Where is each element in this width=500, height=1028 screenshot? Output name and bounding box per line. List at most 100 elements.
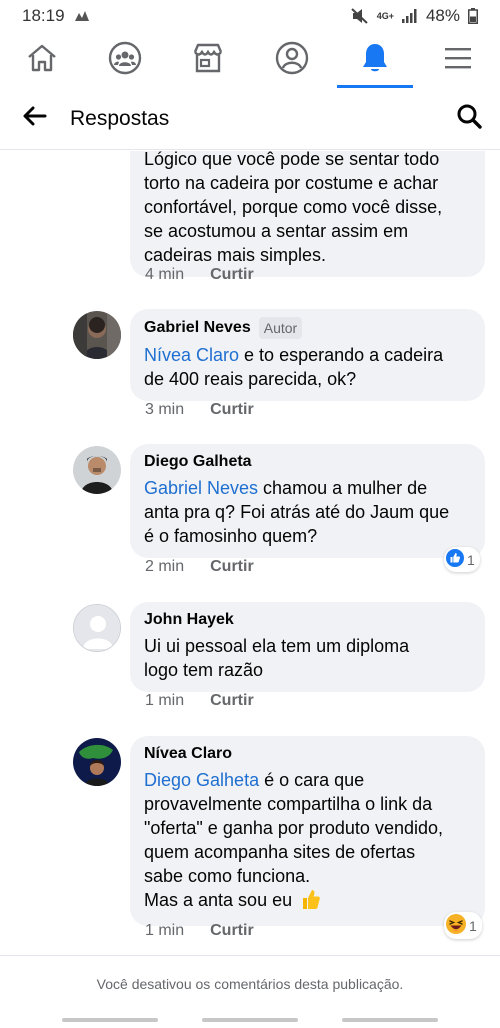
- like-button[interactable]: Curtir: [210, 922, 254, 940]
- comment-text: Lógico que você pode se sentar todo tort…: [144, 151, 471, 267]
- profile-icon: [275, 41, 309, 80]
- comment-bubble[interactable]: Lógico que você pode se sentar todo tort…: [130, 151, 485, 277]
- signal-icon: [401, 9, 418, 23]
- page-header: Respostas: [0, 88, 500, 150]
- comment-meta: 1 min Curtir: [145, 692, 254, 710]
- tab-groups[interactable]: [90, 32, 160, 88]
- comment-line: se acostumou a sentar assim em: [144, 221, 409, 241]
- comment-time: 1 min: [145, 922, 185, 939]
- comment-line-text: Mas a anta sou eu: [144, 890, 293, 910]
- mention-link[interactable]: Nívea Claro: [144, 345, 239, 365]
- notification-icon: [73, 9, 91, 23]
- bell-icon: [360, 42, 390, 79]
- network-type-label: 4G+: [376, 10, 394, 21]
- replies-list: Lógico que você pode se sentar todo tort…: [0, 151, 500, 953]
- comment-bubble[interactable]: Nívea Claro Diego Galheta é o cara que p…: [130, 736, 485, 926]
- comment-line: provavelmente compartilha o link da: [144, 794, 433, 814]
- avatar[interactable]: [73, 446, 121, 494]
- like-button[interactable]: Curtir: [210, 692, 254, 710]
- comment-author: Diego Galheta: [144, 452, 471, 472]
- tab-notifications[interactable]: [336, 32, 413, 88]
- comment-meta: 1 min Curtir: [145, 922, 254, 940]
- author-name[interactable]: Gabriel Neves: [144, 318, 251, 338]
- tab-marketplace[interactable]: [173, 32, 243, 88]
- tab-home[interactable]: [7, 32, 77, 88]
- comment-meta: 3 min Curtir: [145, 401, 254, 419]
- comment-line-rest: chamou a mulher de: [258, 478, 428, 498]
- author-name[interactable]: Diego Galheta: [144, 452, 252, 472]
- search-button[interactable]: [438, 88, 500, 150]
- comment-line: Nívea Claro e to esperando a cadeira: [144, 343, 471, 367]
- comment-text: Diego Galheta é o cara que provavelmente…: [144, 768, 471, 916]
- avatar[interactable]: [73, 738, 121, 786]
- comment-line-rest: é o cara que: [259, 770, 365, 790]
- comment-bubble[interactable]: Diego Galheta Gabriel Neves chamou a mul…: [130, 444, 485, 558]
- battery-icon: [468, 8, 478, 24]
- back-button[interactable]: [0, 88, 70, 150]
- comment-line: quem acompanha sites de ofertas: [144, 842, 416, 862]
- menu-icon: [444, 46, 472, 75]
- comment-text: Gabriel Neves chamou a mulher de anta pr…: [144, 476, 471, 548]
- marketplace-icon: [191, 42, 225, 79]
- comment-time: 1 min: [145, 692, 185, 709]
- comment-line: de 400 reais parecida, ok?: [144, 369, 357, 389]
- reaction-count: 1: [467, 551, 475, 568]
- comment-line: é o famosinho quem?: [144, 526, 318, 546]
- comment-line: Lógico que você pode se sentar todo: [144, 151, 440, 169]
- battery-percent: 48%: [425, 6, 460, 25]
- comments-disabled-note: Você desativou os comentários desta publ…: [0, 955, 500, 1011]
- comment-line: cadeiras mais simples.: [144, 245, 327, 265]
- reaction-count: 1: [469, 917, 477, 934]
- comment-text: Ui ui pessoal ela tem um diploma logo te…: [144, 634, 471, 682]
- comment-time: 3 min: [145, 401, 185, 418]
- comment-author: Nívea Claro: [144, 744, 471, 764]
- author-name[interactable]: Nívea Claro: [144, 744, 232, 764]
- comment-bubble[interactable]: John Hayek Ui ui pessoal ela tem um dipl…: [130, 602, 485, 692]
- search-icon: [456, 103, 482, 134]
- comment-line: Diego Galheta é o cara que: [144, 768, 471, 792]
- groups-icon: [108, 41, 142, 80]
- comment-author: John Hayek: [144, 610, 471, 630]
- arrow-left-icon: [23, 106, 47, 131]
- page-title: Respostas: [70, 106, 170, 130]
- comment-line: sabe como funciona.: [144, 866, 311, 886]
- haha-icon: [446, 914, 466, 937]
- comment-time: 4 min: [145, 266, 185, 283]
- status-time: 18:19: [22, 6, 65, 25]
- tab-profile[interactable]: [257, 32, 327, 88]
- reaction-summary[interactable]: 1: [444, 912, 482, 939]
- comment-line: confortável, porque como você disse,: [144, 197, 443, 217]
- comment-line: Ui ui pessoal ela tem um diploma: [144, 636, 410, 656]
- gesture-handle: [342, 1018, 438, 1022]
- like-button[interactable]: Curtir: [210, 266, 254, 284]
- comment-line: Gabriel Neves chamou a mulher de: [144, 476, 471, 500]
- avatar[interactable]: [73, 311, 121, 359]
- like-button[interactable]: Curtir: [210, 558, 254, 576]
- comment-line: Mas a anta sou eu: [144, 888, 471, 916]
- tab-menu[interactable]: [423, 32, 493, 88]
- home-icon: [25, 42, 59, 79]
- comment-time: 2 min: [145, 558, 185, 575]
- comment-text: Nívea Claro e to esperando a cadeira de …: [144, 343, 471, 391]
- top-nav: [0, 32, 500, 88]
- like-button[interactable]: Curtir: [210, 401, 254, 419]
- author-name[interactable]: John Hayek: [144, 610, 234, 630]
- comment-meta: 4 min Curtir: [145, 266, 254, 284]
- system-gesture-bar: [0, 1014, 500, 1028]
- comment-meta: 2 min Curtir: [145, 558, 254, 576]
- status-bar: 18:19 4G+ 48%: [0, 0, 500, 32]
- avatar[interactable]: [73, 604, 121, 652]
- mention-link[interactable]: Diego Galheta: [144, 770, 259, 790]
- comment-line: logo tem razão: [144, 660, 264, 680]
- thumbs-up-emoji-icon: [301, 888, 321, 916]
- mute-icon: [351, 8, 369, 24]
- gesture-handle: [202, 1018, 298, 1022]
- comment-bubble[interactable]: Gabriel Neves Autor Nívea Claro e to esp…: [130, 309, 485, 401]
- reaction-summary[interactable]: 1: [444, 547, 480, 572]
- comment-line: "oferta" e ganha por produto vendido,: [144, 818, 443, 838]
- gesture-handle: [62, 1018, 158, 1022]
- comment-line: torto na cadeira por costume e achar: [144, 173, 439, 193]
- mention-link[interactable]: Gabriel Neves: [144, 478, 258, 498]
- like-icon: [446, 549, 464, 570]
- comment-line-rest: e to esperando a cadeira: [239, 345, 444, 365]
